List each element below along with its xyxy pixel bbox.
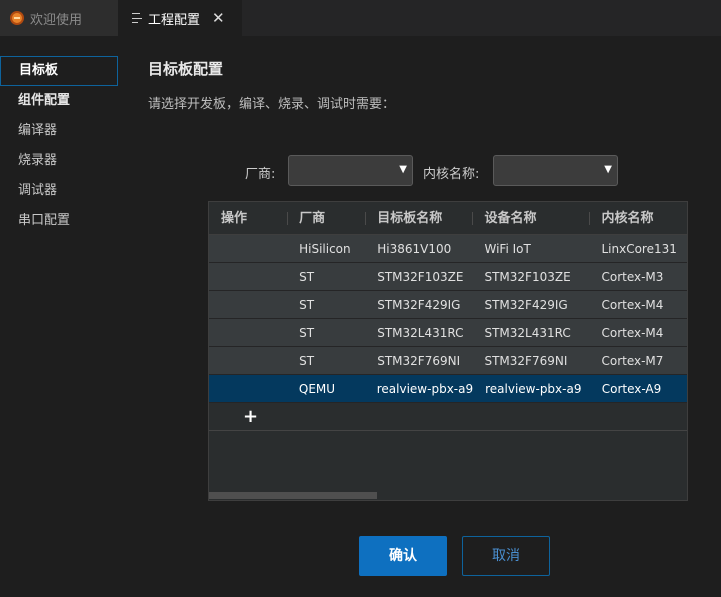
table-row[interactable]: ST STM32F103ZE STM32F103ZE Cortex-M3 <box>209 263 687 291</box>
table-cell: LinxCore131 <box>601 241 677 256</box>
table-cell: Cortex-M3 <box>601 269 664 284</box>
table-cell: ST <box>299 297 315 312</box>
table-cell: STM32F103ZE <box>484 269 571 284</box>
document-lines-icon <box>132 13 142 23</box>
core-name-label: 内核名称: <box>423 167 480 182</box>
table-cell: STM32F429IG <box>377 297 461 312</box>
header-device-name: 设备名称 <box>472 202 589 235</box>
scrollbar-thumb[interactable] <box>209 492 377 499</box>
header-vendor: 厂商 <box>287 202 365 235</box>
table-cell: STM32F429IG <box>484 297 568 312</box>
chevron-down-icon: ▼ <box>604 164 612 175</box>
table-row[interactable]: ST STM32F769NI STM32F769NI Cortex-M7 <box>209 347 687 375</box>
tab-welcome-label: 欢迎使用 <box>30 12 83 28</box>
sidebar-item-compiler[interactable]: 编译器 <box>0 116 118 146</box>
cancel-button[interactable]: 取消 <box>462 536 550 576</box>
table-cell: WiFi IoT <box>484 241 531 256</box>
sidebar-item-target-board[interactable]: 目标板 <box>0 56 118 86</box>
table-cell: STM32L431RC <box>377 325 464 340</box>
add-icon[interactable]: + <box>243 403 258 431</box>
header-action: 操作 <box>221 210 248 226</box>
tab-project-config-label: 工程配置 <box>148 12 201 28</box>
table-cell: Cortex-A9 <box>601 381 662 396</box>
deveco-logo-icon <box>10 11 24 25</box>
close-icon[interactable]: ✕ <box>212 9 225 27</box>
sidebar-item-component-config[interactable]: 组件配置 <box>0 86 118 116</box>
table-cell: ST <box>299 269 315 284</box>
sidebar-item-debugger[interactable]: 调试器 <box>0 176 118 206</box>
table-row[interactable]: ST STM32L431RC STM32L431RC Cortex-M4 <box>209 319 687 347</box>
header-board-name: 目标板名称 <box>365 202 472 235</box>
table-cell: realview-pbx-a9 <box>485 381 582 396</box>
table-cell: Hi3861V100 <box>377 241 452 256</box>
table-cell: HiSilicon <box>299 241 351 256</box>
confirm-button[interactable]: 确认 <box>359 536 447 576</box>
vendor-select[interactable]: ▼ <box>288 155 413 186</box>
table-body: HiSilicon Hi3861V100 WiFi IoT LinxCore131 ST… <box>209 235 687 403</box>
sidebar-item-burner[interactable]: 烧录器 <box>0 146 118 176</box>
table-cell: STM32L431RC <box>484 325 571 340</box>
horizontal-scrollbar[interactable] <box>209 490 687 500</box>
page-title: 目标板配置 <box>148 60 224 78</box>
sidebar: 目标板 组件配置 编译器 烧录器 调试器 串口配置 <box>0 56 118 236</box>
table-cell: Cortex-M7 <box>601 353 664 368</box>
vendor-label: 厂商: <box>245 167 276 182</box>
sidebar-item-serial-config[interactable]: 串口配置 <box>0 206 118 236</box>
tab-welcome[interactable]: 欢迎使用 <box>0 0 118 36</box>
table-cell: QEMU <box>298 381 336 396</box>
table-cell: Cortex-M4 <box>601 297 664 312</box>
table-row[interactable]: QEMU realview-pbx-a9 realview-pbx-a9 Cortex… <box>209 375 687 403</box>
table-cell: STM32F769NI <box>377 353 461 368</box>
table-row[interactable]: HiSilicon Hi3861V100 WiFi IoT LinxCore131 <box>209 235 687 263</box>
table-header: 操作 厂商 目标板名称 设备名称 内核名称 <box>209 202 687 235</box>
table-cell: realview-pbx-a9 <box>376 381 474 396</box>
chevron-down-icon: ▼ <box>399 164 407 175</box>
tab-bar: 欢迎使用 工程配置 ✕ <box>0 0 721 36</box>
table-row[interactable]: ST STM32F429IG STM32F429IG Cortex-M4 <box>209 291 687 319</box>
table-cell: Cortex-M4 <box>601 325 664 340</box>
table-cell: ST <box>299 325 315 340</box>
table-cell: STM32F103ZE <box>377 269 464 284</box>
tab-project-config[interactable]: 工程配置 ✕ <box>118 0 242 36</box>
board-table: 操作 厂商 目标板名称 设备名称 内核名称 HiSilicon Hi3861V10… <box>208 201 688 501</box>
table-cell: ST <box>299 353 315 368</box>
table-cell: STM32F769NI <box>484 353 568 368</box>
page-subtitle: 请选择开发板，编译、烧录、调试时需要： <box>148 97 396 112</box>
header-core-name: 内核名称 <box>589 202 687 235</box>
add-row: + <box>209 403 687 431</box>
core-name-select[interactable]: ▼ <box>493 155 618 186</box>
